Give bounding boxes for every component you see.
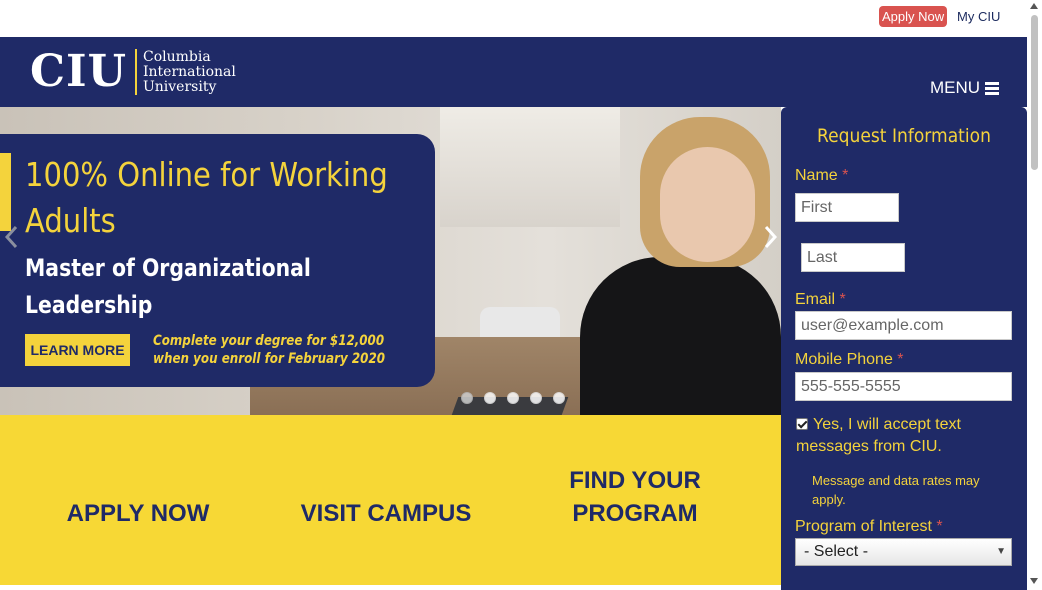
logo-line-3: University (142, 78, 217, 95)
form-title: Request Information (817, 125, 991, 147)
menu-button[interactable]: MENU (930, 78, 1000, 98)
required-mark: * (897, 351, 904, 368)
promo-headline-line-2: Adults (25, 201, 116, 240)
scroll-thumb[interactable] (1031, 15, 1038, 170)
first-name-input[interactable]: First (795, 193, 899, 222)
carousel-dot[interactable] (553, 392, 565, 404)
name-label-text: Name (795, 167, 838, 184)
text-opt-in-label: Yes, I will accept text messages from CI… (796, 416, 961, 455)
logo-divider (134, 49, 137, 95)
site-header: CIU Columbia International University ME… (0, 37, 1027, 107)
promo-program: Master of Organizational Leadership (25, 250, 311, 324)
program-label: Program of Interest * (795, 518, 943, 536)
required-mark: * (839, 291, 846, 308)
email-label: Email * (795, 291, 846, 309)
rates-note: Message and data rates may apply. (812, 473, 980, 507)
promo-program-line-1: Master of Organizational (25, 254, 311, 282)
promo-headline: 100% Online for Working Adults (25, 152, 388, 244)
name-label: Name * (795, 167, 848, 185)
find-program-line-2: PROGRAM (572, 500, 698, 527)
email-input[interactable]: user@example.com (795, 311, 1012, 340)
request-info-form: Request Information Name * First Last Em… (781, 107, 1027, 590)
phone-label: Mobile Phone * (795, 351, 904, 369)
logo-line-2: International (142, 63, 236, 80)
promo-headline-line-1: 100% Online for Working (25, 155, 388, 194)
logo-mark: CIU (30, 46, 127, 97)
promo-program-line-2: Leadership (25, 291, 153, 319)
logo-wordmark: Columbia International University (142, 48, 236, 95)
dropdown-caret-icon: ▼ (996, 546, 1006, 557)
email-label-text: Email (795, 291, 836, 308)
menu-label: MENU (930, 78, 981, 97)
page-scrollbar[interactable] (1027, 0, 1042, 590)
scroll-down-icon[interactable] (1030, 578, 1038, 584)
visit-campus-cta[interactable]: VISIT CAMPUS (286, 497, 486, 530)
utility-bar: Apply Now My CIU (0, 0, 1027, 37)
program-select-value: - Select - (804, 543, 869, 560)
carousel-dot[interactable] (507, 392, 519, 404)
hero-person-body (580, 257, 781, 415)
hero-background-window (440, 107, 620, 227)
required-mark: * (936, 518, 943, 535)
program-select[interactable]: - Select - ▼ (795, 538, 1012, 566)
promo-note-line-2: when you enroll for February 2020 (153, 351, 386, 367)
carousel-dot[interactable] (530, 392, 542, 404)
promo-accent-bar (0, 153, 11, 231)
phone-input[interactable]: 555-555-5555 (795, 372, 1012, 401)
last-name-input[interactable]: Last (801, 243, 905, 272)
cta-band: APPLY NOW VISIT CAMPUS FIND YOUR PROGRAM (0, 415, 781, 585)
bars-icon (985, 81, 1000, 95)
carousel-indicators (461, 392, 565, 404)
promo-banner[interactable]: 100% Online for Working Adults Master of… (0, 134, 435, 387)
hero-carousel: 100% Online for Working Adults Master of… (0, 107, 781, 415)
scroll-up-icon[interactable] (1030, 3, 1038, 9)
program-label-text: Program of Interest (795, 518, 932, 535)
apply-now-top-button[interactable]: Apply Now (879, 6, 948, 27)
text-opt-in-checkbox[interactable] (796, 418, 808, 430)
promo-note: Complete your degree for $12,000 when yo… (153, 332, 385, 368)
carousel-dot[interactable] (484, 392, 496, 404)
find-program-cta[interactable]: FIND YOUR PROGRAM (540, 464, 730, 530)
apply-now-cta[interactable]: APPLY NOW (38, 497, 238, 530)
hero-person-face (660, 147, 755, 262)
promo-note-line-1: Complete your degree for $12,000 (153, 333, 385, 349)
find-program-line-1: FIND YOUR (569, 467, 701, 494)
ciu-logo[interactable]: CIU Columbia International University (30, 48, 236, 96)
chevron-left-icon[interactable] (2, 223, 22, 251)
learn-more-button[interactable]: LEARN MORE (25, 334, 130, 366)
chevron-right-icon[interactable] (760, 223, 780, 251)
carousel-dot[interactable] (461, 392, 473, 404)
logo-line-1: Columbia (142, 48, 211, 65)
required-mark: * (842, 167, 849, 184)
my-ciu-link[interactable]: My CIU (957, 9, 1000, 24)
phone-label-text: Mobile Phone (795, 351, 893, 368)
